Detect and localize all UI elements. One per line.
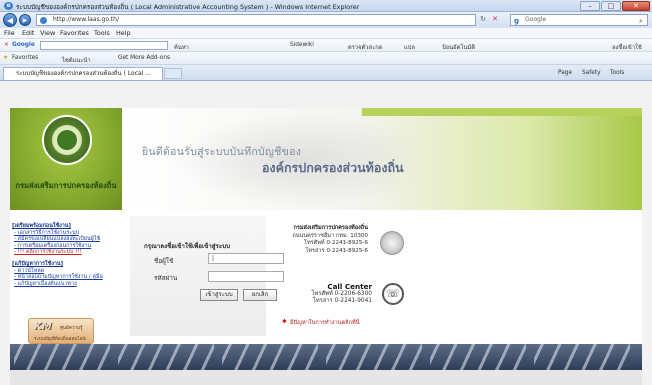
toolbar-spellcheck[interactable]: ตรวจตัวสะกด (348, 42, 382, 52)
tab-bar: ระบบบัญชีขององค์กรปกครองส่วนท้องถิ่น ( L… (0, 65, 652, 81)
toolbar-sign-in[interactable]: ลงชื่อเข้าใช้ (612, 42, 642, 52)
maximize-button[interactable]: □ (601, 1, 621, 11)
menu-section-prepare: [เตรียมพร้อมก่อนใช้งาน] (12, 223, 71, 229)
department-name: กรมส่งเสริมการปกครองท้องถิ่น (15, 181, 117, 190)
password-label: รหัสผ่าน (154, 274, 178, 282)
km-logo-text: KM (34, 321, 52, 332)
menu-tools[interactable]: Tools (94, 29, 110, 37)
close-window-button[interactable]: ✕ (622, 1, 650, 11)
footer-strip-segment (222, 344, 318, 370)
km-caption: ระบบบัญชีท้องถิ่นออนไลน์ (34, 337, 86, 342)
footer-bar (10, 370, 642, 385)
refresh-icon[interactable]: ↻ (478, 14, 488, 26)
phone-icon: ☏ (382, 283, 404, 305)
footer-strip-segment (118, 344, 214, 370)
footer-strip-segment (14, 344, 110, 370)
menu-link-click-system[interactable]: - !!! คลิกการใช้งานระบบ !!! (12, 249, 120, 256)
menu-link-register[interactable]: - สมัครขอเปลี่ยนแปลงลงทะเบียนผู้ใช้ (12, 236, 120, 243)
contact-title: กรมส่งเสริมการปกครองท้องถิ่น (293, 225, 368, 231)
toolbar-sidewiki[interactable]: Sidewiki (290, 42, 314, 48)
banner-accent-bar (362, 108, 642, 116)
banner-org-text: องค์กรปกครองส่วนท้องถิ่น (262, 160, 404, 175)
favorites-star-icon: ★ (3, 55, 9, 61)
new-tab-button[interactable] (164, 68, 182, 79)
toolbar-autofill[interactable]: ป้อนอัตโนมัติ (442, 42, 475, 52)
toolbar-translate[interactable]: แปล (404, 42, 415, 52)
back-button[interactable]: ◀ (3, 13, 17, 27)
menu-link-faq[interactable]: - หน้าสอบถามปัญหาการใช้งาน / คู่มือ (12, 274, 120, 281)
km-subtitle: ศูนย์ความรู้ (60, 326, 83, 331)
favorites-link-addons[interactable]: Get More Add-ons (118, 55, 170, 61)
tools-menu[interactable]: Tools (610, 70, 624, 76)
left-menu: [เตรียมพร้อมก่อนใช้งาน] - เอกสารวิธีการใ… (12, 223, 120, 287)
url-text: http://www.laas.go.th/ (53, 16, 119, 23)
call-center-info: Call Center โทรศัพท์ 0-2206-6300 โทรสาร … (290, 283, 372, 306)
problem-report-link[interactable]: มีปัญหาในการทำงานคลิกที่นี่ (290, 319, 360, 327)
contact-phone: โทรศัพท์ 0-2241-8925-6 (303, 240, 368, 247)
page-icon (40, 17, 47, 24)
cancel-button[interactable]: ยกเลิก (243, 289, 277, 301)
search-input[interactable]: g Google ⌕ (510, 14, 648, 26)
footer-strip-segment (430, 344, 526, 370)
menu-edit[interactable]: Edit (22, 29, 34, 37)
footer-strip-segment (326, 344, 422, 370)
password-input[interactable] (208, 271, 284, 282)
menu-bar: File Edit View Favorites Tools Help (0, 28, 652, 39)
favorites-button[interactable]: Favorites (12, 55, 38, 61)
search-placeholder: Google (525, 16, 547, 23)
google-search-input[interactable] (40, 41, 168, 50)
call-center-fax: โทรสาร 0-2241-9041 (312, 298, 372, 305)
url-input[interactable]: http://www.laas.go.th/ (36, 14, 476, 26)
google-toolbar: ✕ Google ค้นหา Sidewiki ตรวจตัวสะกด แปล … (0, 39, 652, 52)
contact-fax: โทรสาร 0-2241-8925-6 (305, 247, 368, 254)
forward-button[interactable]: ▶ (19, 14, 31, 26)
alert-icon: ✱ (282, 319, 287, 325)
contact-info: กรมส่งเสริมการปกครองท้องถิ่น ถนนนครราชสี… (268, 225, 368, 255)
safety-menu[interactable]: Safety (582, 70, 601, 76)
google-toolbar-label: Google (12, 42, 35, 48)
login-prompt: กรุณาลงชื่อเข้าใช้เพื่อเข้าสู่ระบบ (144, 243, 231, 250)
menu-link-basic-fix[interactable]: - แก้ปัญหาเบื้องต้นแนวทาง (12, 281, 120, 288)
google-close-icon[interactable]: ✕ (4, 42, 9, 48)
favorites-link-suggested[interactable]: ไซต์แนะนำ (62, 55, 91, 65)
page-menu[interactable]: Page (558, 70, 572, 76)
search-icon[interactable]: ⌕ (639, 16, 643, 26)
google-icon: g (514, 17, 520, 25)
toolbar-search[interactable]: ค้นหา (174, 42, 189, 52)
menu-favorites[interactable]: Favorites (60, 29, 89, 37)
window-title: ระบบบัญชีขององค์กรปกครองส่วนท้องถิ่น ( L… (16, 3, 360, 11)
tab-active[interactable]: ระบบบัญชีขององค์กรปกครองส่วนท้องถิ่น ( L… (3, 67, 163, 80)
username-label: ชื่อผู้ใช้ (154, 257, 174, 265)
footer-strip-segment (534, 344, 630, 370)
stop-icon[interactable]: ✕ (490, 14, 500, 26)
emblem-center (56, 129, 78, 151)
menu-help[interactable]: Help (116, 29, 131, 37)
call-center-title: Call Center (327, 282, 372, 291)
login-button[interactable]: เข้าสู่ระบบ (200, 289, 238, 301)
menu-view[interactable]: View (40, 29, 55, 37)
globe-icon (380, 231, 404, 255)
menu-section-troubleshoot: [แก้ปัญหาการใช้งาน] (12, 260, 64, 267)
menu-file[interactable]: File (4, 29, 15, 37)
internet-explorer-icon: e (4, 2, 13, 10)
favorites-bar: ★ Favorites ไซต์แนะนำ Get More Add-ons (0, 52, 652, 65)
address-bar: ◀ ▶ http://www.laas.go.th/ ↻ ✕ g Google … (0, 12, 652, 28)
minimize-button[interactable]: – (580, 1, 600, 11)
